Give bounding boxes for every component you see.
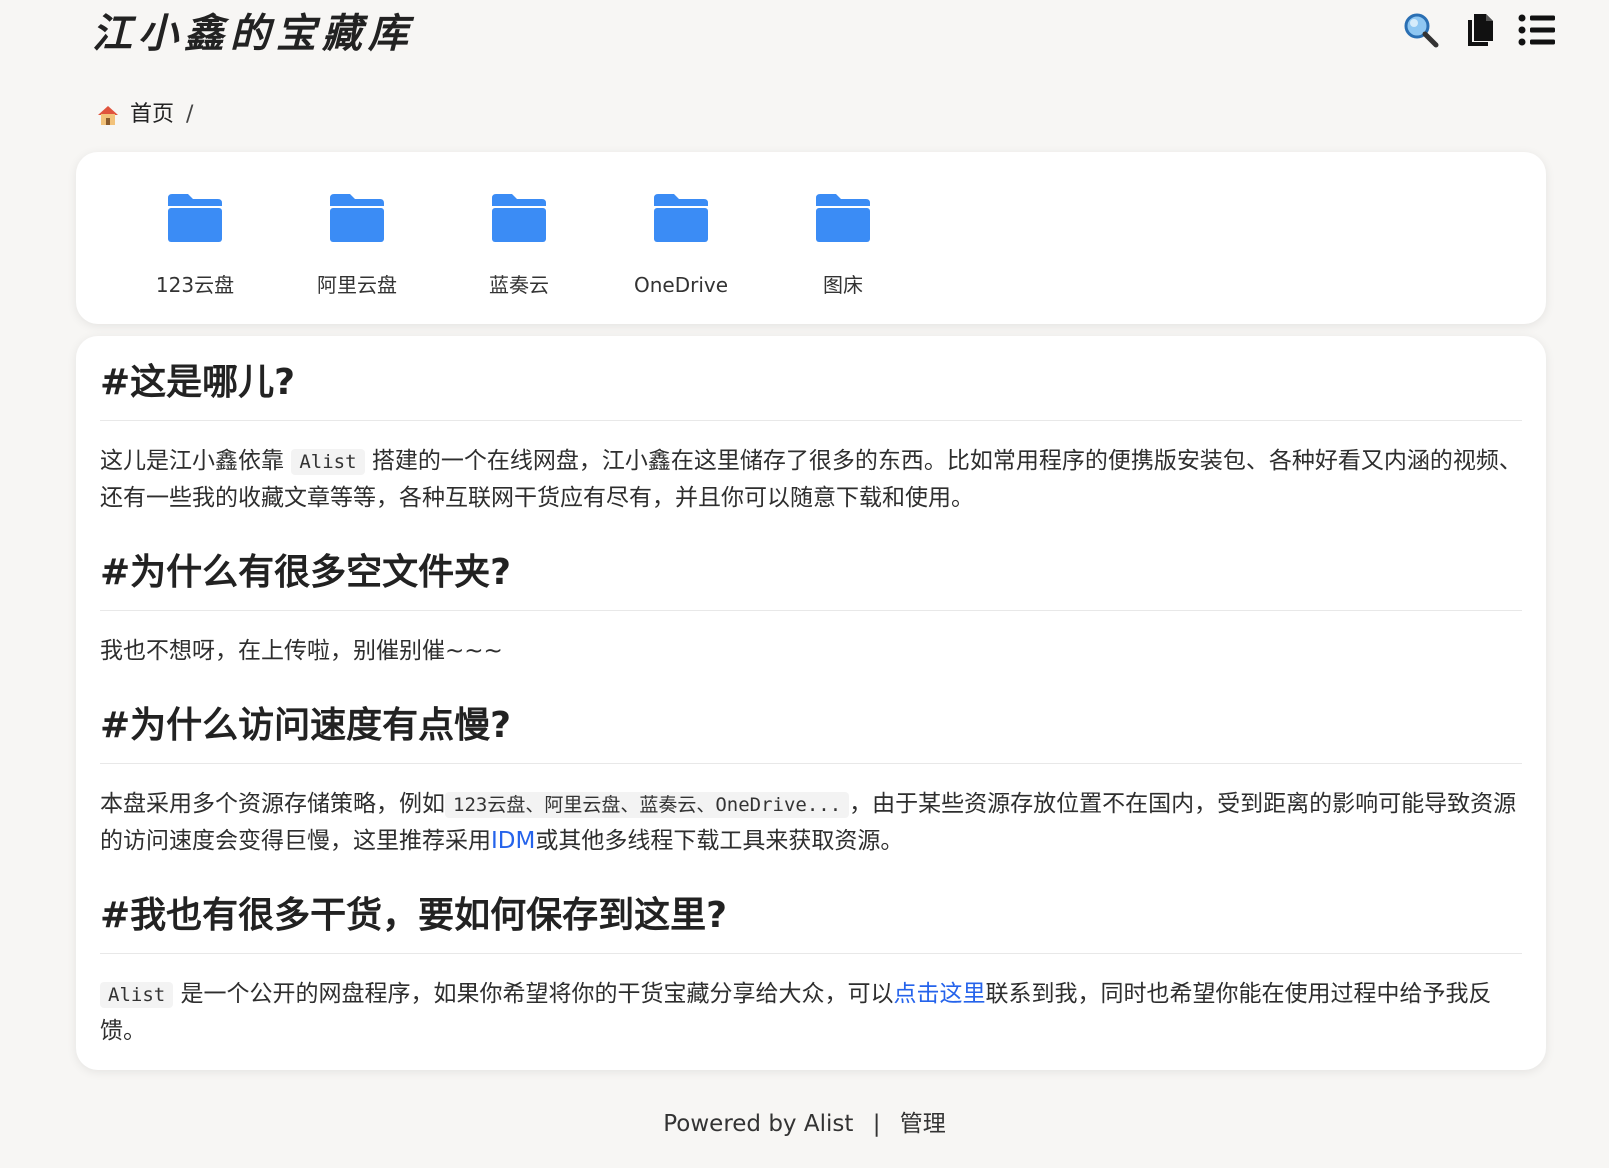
footer-separator: | — [872, 1111, 881, 1137]
readme-card: #这是哪儿? 这儿是江小鑫依靠 Alist 搭建的一个在线网盘，江小鑫在这里储存… — [76, 336, 1546, 1070]
body-text: 这儿是江小鑫依靠 — [100, 448, 284, 474]
folder-name: 123云盘 — [155, 273, 235, 297]
folder-icon — [330, 194, 384, 242]
body-text: 是一个公开的网盘程序，如果你希望将你的干货宝藏分享给大众，可以 — [180, 981, 894, 1007]
body-text: 我也不想呀，在上传啦，别催别催~~~ — [100, 638, 503, 664]
folder-icon — [168, 194, 222, 242]
folder-list: 123云盘 阿里云盘 蓝奏云 OneDrive 图床 — [114, 194, 924, 298]
section-body: 我也不想呀，在上传啦，别催别催~~~ — [100, 633, 1522, 669]
folder-item[interactable]: 123云盘 — [114, 194, 276, 298]
search-icon[interactable] — [1401, 10, 1441, 50]
folder-icon — [492, 194, 546, 242]
list-icon[interactable] — [1517, 10, 1557, 50]
admin-link[interactable]: 管理 — [900, 1111, 946, 1137]
contact-link[interactable]: 点击这里 — [894, 981, 986, 1007]
folder-icon — [654, 194, 708, 242]
breadcrumb: 首页 / — [96, 100, 193, 130]
breadcrumb-separator: / — [186, 102, 194, 127]
folder-name: 蓝奏云 — [489, 273, 549, 297]
copy-icon[interactable] — [1459, 10, 1499, 50]
site-logo[interactable]: 江小鑫的宝藏库 — [92, 8, 414, 60]
folder-name: OneDrive — [633, 273, 729, 297]
folder-item[interactable]: 阿里云盘 — [276, 194, 438, 298]
inline-code: Alist — [291, 449, 365, 475]
header-icons — [1401, 10, 1557, 50]
folder-item[interactable]: 蓝奏云 — [438, 194, 600, 298]
folder-icon — [816, 194, 870, 242]
section-title: #这是哪儿? — [100, 358, 1522, 421]
folder-name: 阿里云盘 — [317, 273, 397, 297]
inline-code: 123云盘、阿里云盘、蓝奏云、OneDrive... — [445, 792, 850, 818]
section-body: Alist 是一个公开的网盘程序，如果你希望将你的干货宝藏分享给大众，可以点击这… — [100, 976, 1522, 1049]
section-title: #为什么有很多空文件夹? — [100, 548, 1522, 611]
powered-by-link[interactable]: Powered by Alist — [663, 1111, 853, 1137]
body-text: 或其他多线程下载工具来获取资源。 — [535, 828, 904, 854]
body-text: 本盘采用多个资源存储策略，例如 — [100, 791, 445, 817]
section-body: 本盘采用多个资源存储策略，例如 123云盘、阿里云盘、蓝奏云、OneDrive..… — [100, 786, 1522, 859]
folder-item[interactable]: OneDrive — [600, 194, 762, 298]
idm-link[interactable]: IDM — [491, 828, 535, 854]
inline-code: Alist — [100, 982, 174, 1008]
folder-name: 图床 — [823, 273, 863, 297]
breadcrumb-home[interactable]: 首页 — [130, 100, 174, 130]
section-body: 这儿是江小鑫依靠 Alist 搭建的一个在线网盘，江小鑫在这里储存了很多的东西。… — [100, 443, 1522, 516]
section-title: #为什么访问速度有点慢? — [100, 701, 1522, 764]
folder-item[interactable]: 图床 — [762, 194, 924, 298]
footer: Powered by Alist | 管理 — [0, 1108, 1609, 1140]
folder-list-card: 123云盘 阿里云盘 蓝奏云 OneDrive 图床 — [76, 152, 1546, 324]
header: 江小鑫的宝藏库 — [0, 0, 1609, 72]
section-title: #我也有很多干货，要如何保存到这里? — [100, 891, 1522, 954]
home-icon — [96, 103, 120, 127]
